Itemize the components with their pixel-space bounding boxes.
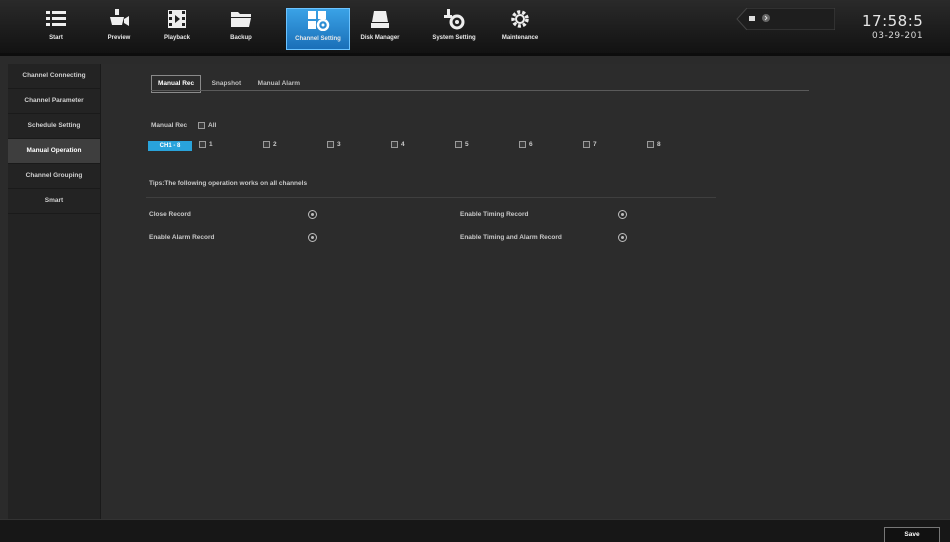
checkbox-icon <box>583 141 590 148</box>
checkbox-icon <box>199 141 206 148</box>
checkbox-icon <box>263 141 270 148</box>
nav-system-setting-label: System Setting <box>432 35 476 41</box>
checkbox-icon <box>391 141 398 148</box>
save-button[interactable]: Save <box>884 527 940 542</box>
enable-timing-alarm-record-settings-icon[interactable] <box>618 233 627 242</box>
channel-label: 8 <box>657 141 661 149</box>
all-checkbox[interactable]: All <box>198 122 216 129</box>
sidebar-item-schedule-setting[interactable]: Schedule Setting <box>8 114 100 139</box>
channel-checkbox-6[interactable]: 6 <box>519 141 533 148</box>
channel-label: 1 <box>209 141 213 149</box>
nav-start[interactable]: Start <box>25 8 87 50</box>
channel-checkbox-2[interactable]: 2 <box>263 141 277 148</box>
enable-alarm-record-settings-icon[interactable] <box>308 233 317 242</box>
nav-start-label: Start <box>49 35 63 41</box>
sidebar-item-channel-connecting[interactable]: Channel Connecting <box>8 64 100 89</box>
channel-checkbox-4[interactable]: 4 <box>391 141 405 148</box>
sidebar-item-smart[interactable]: Smart <box>8 189 100 214</box>
enable-timing-alarm-record-label: Enable Timing and Alarm Record <box>460 234 562 241</box>
checkbox-icon <box>647 141 654 148</box>
channel-checkbox-1[interactable]: 1 <box>199 141 213 148</box>
nav-system-setting[interactable]: System Setting <box>423 8 485 50</box>
checkbox-icon <box>327 141 334 148</box>
wrench-gear-icon <box>511 10 529 28</box>
channel-group-button[interactable]: CH1 - 8 <box>148 141 192 151</box>
nav-playback[interactable]: Playback <box>146 8 208 50</box>
enable-timing-record-settings-icon[interactable] <box>618 210 627 219</box>
tips-divider <box>146 197 716 198</box>
nav-playback-label: Playback <box>163 35 191 41</box>
sidebar-item-channel-grouping[interactable]: Channel Grouping <box>8 164 100 189</box>
channel-label: 6 <box>529 141 533 149</box>
close-record-label: Close Record <box>149 211 191 218</box>
manual-rec-label: Manual Rec <box>151 122 188 129</box>
clock-time: 17:58:5 <box>862 12 924 30</box>
channel-label: 4 <box>401 141 405 149</box>
bottom-bar: Save <box>0 519 950 542</box>
nav-channel-setting-label: Channel Setting <box>295 36 341 42</box>
folder-icon <box>231 12 251 27</box>
checkbox-icon <box>198 122 205 129</box>
clock-date: 03-29-201 <box>872 31 924 41</box>
sidebar-item-channel-parameter[interactable]: Channel Parameter <box>8 89 100 114</box>
checkbox-icon <box>455 141 462 148</box>
tab-bar: Manual Rec Snapshot Manual Alarm <box>151 72 306 93</box>
channel-checkbox-7[interactable]: 7 <box>583 141 597 148</box>
channel-settings-icon <box>308 11 330 31</box>
channel-checkbox-5[interactable]: 5 <box>455 141 469 148</box>
nav-preview-label: Preview <box>107 35 131 41</box>
enable-alarm-record-label: Enable Alarm Record <box>149 234 215 241</box>
nav-channel-setting[interactable]: Channel Setting <box>286 8 350 50</box>
main-panel: Manual Rec Snapshot Manual Alarm Manual … <box>101 64 950 519</box>
close-record-settings-icon[interactable] <box>308 210 317 219</box>
channel-label: 2 <box>273 141 277 149</box>
sidebar-item-manual-operation[interactable]: Manual Operation <box>8 139 100 164</box>
nav-maintenance[interactable]: Maintenance <box>489 8 551 50</box>
nav-disk-manager[interactable]: Disk Manager <box>349 8 411 50</box>
channel-checkbox-8[interactable]: 8 <box>647 141 661 148</box>
channel-label: 5 <box>465 141 469 149</box>
hard-disk-icon <box>371 11 389 28</box>
system-settings-icon <box>444 9 465 30</box>
enable-timing-record-label: Enable Timing Record <box>460 211 529 218</box>
menu-icon <box>46 11 66 26</box>
tab-underline <box>151 90 809 91</box>
camera-icon <box>110 9 129 26</box>
checkbox-icon <box>519 141 526 148</box>
nav-disk-manager-label: Disk Manager <box>360 35 400 41</box>
nav-backup-label: Backup <box>230 35 252 41</box>
channel-label: 7 <box>593 141 597 149</box>
topbar-divider <box>0 53 950 56</box>
notification-tab-icon[interactable] <box>735 8 835 30</box>
film-icon <box>168 10 186 28</box>
channel-checkbox-3[interactable]: 3 <box>327 141 341 148</box>
nav-backup[interactable]: Backup <box>210 8 272 50</box>
nav-preview[interactable]: Preview <box>88 8 150 50</box>
nav-maintenance-label: Maintenance <box>501 35 539 41</box>
app-window: Start Preview Playback Backup Channel Se… <box>0 0 950 542</box>
tips-text: Tips:The following operation works on al… <box>149 180 308 187</box>
channel-label: 3 <box>337 141 341 149</box>
sidebar: Channel Connecting Channel Parameter Sch… <box>8 64 101 519</box>
top-navigation-bar: Start Preview Playback Backup Channel Se… <box>0 0 950 55</box>
all-label: All <box>208 122 217 130</box>
